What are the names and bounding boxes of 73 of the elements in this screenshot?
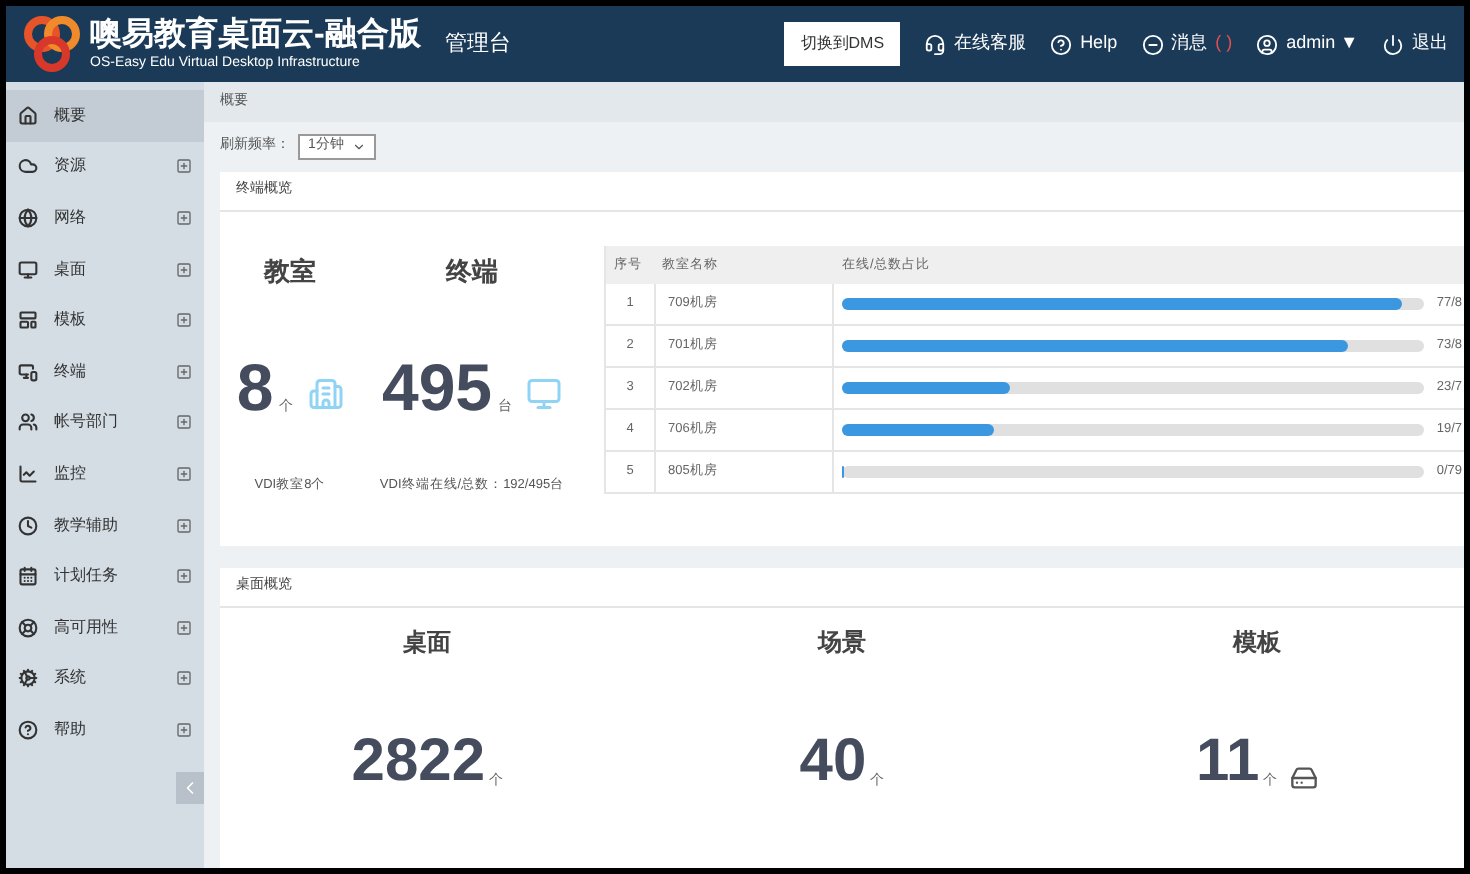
sidebar-item[interactable]: 帐号部门 (6, 397, 204, 449)
sidebar-item[interactable]: 高可用性 (6, 601, 204, 654)
calendar-icon (18, 566, 38, 587)
logo-icon (22, 16, 82, 72)
console-title: 管理台 (444, 29, 511, 60)
sidebar-label: 资源 (54, 154, 86, 179)
header-link-label: Help (1080, 30, 1118, 57)
lifebuoy-icon (18, 617, 38, 638)
header-link[interactable]: 消息 ( ) (1141, 30, 1233, 58)
header-link-label: 退出 (1412, 30, 1448, 57)
monitor-icon (526, 375, 563, 411)
sidebar-item[interactable]: 网络 (6, 192, 204, 244)
globe-icon (18, 207, 38, 228)
stat-value: 2822 (351, 732, 486, 792)
users-icon (18, 412, 38, 433)
stat-title: 模板 (1232, 626, 1281, 660)
sidebar-item[interactable]: 桌面 (6, 243, 204, 295)
sidebar-item[interactable]: 帮助 (6, 704, 204, 756)
stat-title: 教室 (264, 254, 316, 290)
sidebar-item[interactable]: 系统 (6, 653, 204, 705)
header-link-label: 消息 (1171, 30, 1208, 57)
sidebar-item[interactable]: 概要 (6, 90, 204, 142)
building-icon (307, 375, 344, 411)
header-link[interactable]: Help (1050, 30, 1118, 58)
header-link[interactable]: 退出 (1382, 30, 1448, 58)
header-link[interactable]: 在线客服 (924, 30, 1027, 58)
sidebar-label: 模板 (54, 308, 86, 333)
sidebar-item[interactable]: 监控 (6, 448, 204, 500)
stat-title: 终端 (446, 254, 498, 290)
sidebar-label: 终端 (54, 359, 86, 384)
sidebar-item[interactable]: 资源 (6, 141, 204, 193)
monitor-icon (18, 259, 38, 280)
clock-icon (18, 515, 38, 536)
sidebar-label: 帮助 (54, 717, 86, 742)
switch-dms-button[interactable]: 切换到DMS (784, 22, 901, 66)
caret-icon (351, 140, 366, 154)
power-icon (1382, 33, 1404, 55)
stat-value: 495 (381, 353, 493, 419)
sidebar-label: 计划任务 (54, 564, 118, 589)
sidebar-item[interactable]: 模板 (6, 294, 204, 346)
sidebar-label: 监控 (54, 461, 86, 486)
help-icon (1050, 33, 1073, 55)
sidebar-item[interactable]: 终端 (6, 345, 204, 398)
sidebar-item[interactable]: 教学辅助 (6, 499, 204, 551)
header-link[interactable]: admin ▼ (1256, 30, 1358, 58)
logo-title: 噢易教育桌面云-融合版 (90, 19, 421, 51)
sidebar-label: 概要 (54, 103, 86, 128)
sidebar-item[interactable]: 计划任务 (6, 550, 204, 602)
drive-icon (1289, 764, 1318, 792)
sidebar-label: 系统 (54, 666, 86, 691)
sidebar-label: 帐号部门 (54, 410, 118, 435)
sidebar-label: 教学辅助 (54, 513, 118, 538)
stat-value: 40 (799, 732, 867, 792)
user-icon (1256, 33, 1279, 55)
sidebar-label: 高可用性 (54, 615, 118, 640)
collapse-button[interactable] (176, 771, 204, 804)
stat-value: 11 (1195, 732, 1260, 792)
header-link-label: 在线客服 (954, 30, 1027, 57)
stat-title: 场景 (817, 626, 866, 660)
cloud-icon (18, 156, 38, 177)
template-icon (18, 310, 38, 331)
help-icon (18, 719, 38, 740)
header-link-label: admin ▼ (1286, 30, 1358, 57)
chart-icon (18, 463, 38, 484)
message-count: ( ) (1215, 30, 1233, 57)
sidebar-label: 桌面 (54, 257, 86, 282)
gears-icon (18, 668, 38, 689)
monitor-icon (18, 361, 38, 382)
home-icon (18, 105, 38, 126)
stat-title: 桌面 (403, 626, 452, 660)
stat-value: 8 (236, 353, 274, 419)
headset-icon (924, 33, 947, 55)
sidebar-label: 网络 (54, 205, 86, 230)
